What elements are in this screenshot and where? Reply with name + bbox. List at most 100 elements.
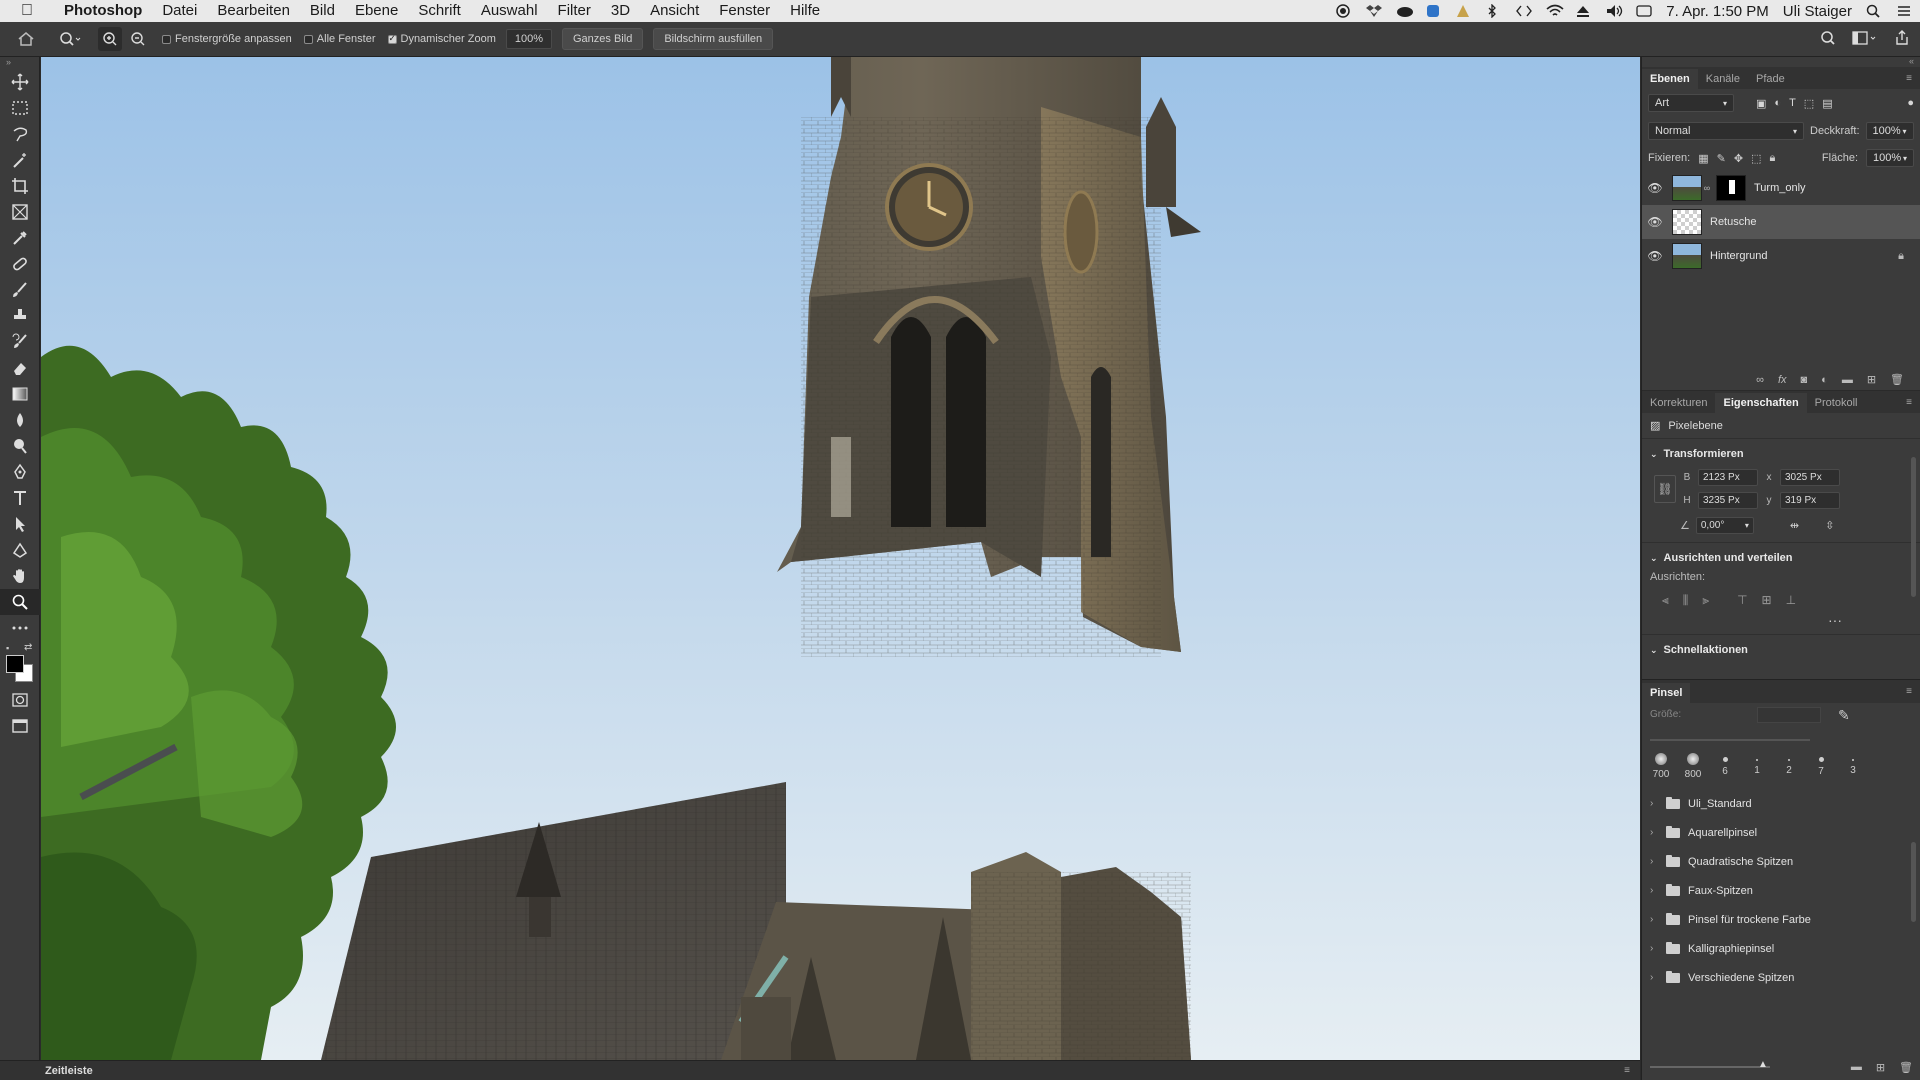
layer-row[interactable]: 👁︎ ∞ Turm_only — [1642, 171, 1920, 205]
brush-preset[interactable]: 1 — [1746, 753, 1768, 785]
spotlight-search-icon[interactable] — [1866, 4, 1882, 18]
layer-name[interactable]: Retusche — [1710, 216, 1756, 228]
tab-ebenen[interactable]: Ebenen — [1642, 69, 1698, 89]
marquee-tool-icon[interactable] — [0, 95, 40, 121]
mask-link-icon[interactable]: ∞ — [1702, 183, 1712, 193]
menu-fenster[interactable]: Fenster — [709, 0, 780, 22]
quick-mask-icon[interactable] — [0, 687, 40, 713]
menu-ebene[interactable]: Ebene — [345, 0, 408, 22]
brush-preview-size-slider[interactable]: ▲ — [1650, 1059, 1770, 1070]
wifi-icon[interactable] — [1546, 4, 1564, 18]
default-colors-icon[interactable]: ▪ — [6, 643, 9, 653]
brush-panel-menu-icon[interactable]: ≡ — [1906, 686, 1912, 697]
gradient-tool-icon[interactable] — [0, 381, 40, 407]
angle-field[interactable]: 0,00° ▾ — [1695, 517, 1754, 534]
menu-bearbeiten[interactable]: Bearbeiten — [207, 0, 300, 22]
keyboard-icon[interactable] — [1636, 4, 1652, 18]
panel-collapse-icon[interactable]: « — [1642, 57, 1920, 67]
creative-cloud-icon[interactable] — [1396, 4, 1414, 18]
path-selection-icon[interactable] — [0, 511, 40, 537]
layers-panel-menu-icon[interactable]: ≡ — [1906, 73, 1912, 84]
transform-section-title[interactable]: ⌄ Transformieren — [1650, 445, 1912, 463]
timeline-menu-icon[interactable]: ≡ — [1624, 1065, 1630, 1076]
resize-windows-box[interactable] — [162, 34, 171, 44]
menu-datei[interactable]: Datei — [152, 0, 207, 22]
more-options-icon[interactable]: ··· — [1650, 612, 1912, 628]
eyedropper-icon[interactable] — [0, 225, 40, 251]
lock-all-icon[interactable]: 🔒︎ — [1769, 152, 1775, 165]
dropbox-icon[interactable] — [1366, 4, 1383, 18]
warning-icon[interactable] — [1456, 4, 1472, 18]
hand-tool-icon[interactable] — [0, 563, 40, 589]
fill-screen-button[interactable]: Bildschirm ausfüllen — [653, 28, 774, 50]
brush-preset[interactable]: 3 — [1842, 753, 1864, 785]
crop-tool-icon[interactable] — [0, 173, 40, 199]
chevron-right-icon[interactable]: › — [1650, 943, 1658, 954]
filter-type-icon[interactable]: T — [1789, 97, 1796, 109]
menu-auswahl[interactable]: Auswahl — [471, 0, 548, 22]
chevron-right-icon[interactable]: › — [1650, 885, 1658, 896]
tab-protokoll[interactable]: Protokoll — [1807, 393, 1866, 413]
align-center-v-icon[interactable]: ⊞ — [1762, 593, 1772, 608]
chevron-right-icon[interactable]: › — [1650, 827, 1658, 838]
layer-thumbnail[interactable] — [1672, 243, 1702, 269]
history-brush-icon[interactable] — [0, 329, 40, 355]
magic-wand-icon[interactable] — [0, 147, 40, 173]
timeline-label[interactable]: Zeitleiste — [45, 1065, 93, 1077]
menu-hilfe[interactable]: Hilfe — [780, 0, 830, 22]
brush-folder[interactable]: › Quadratische Spitzen — [1642, 847, 1920, 876]
properties-panel-menu-icon[interactable]: ≡ — [1906, 397, 1912, 408]
brush-size-slider[interactable] — [1650, 739, 1810, 741]
workspace-icon[interactable] — [1852, 30, 1878, 49]
tab-korrekturen[interactable]: Korrekturen — [1642, 393, 1715, 413]
healing-brush-icon[interactable] — [0, 251, 40, 277]
zoom-out-icon[interactable] — [126, 27, 150, 51]
width-field[interactable]: 2123 Px — [1698, 469, 1758, 486]
tab-kanaele[interactable]: Kanäle — [1698, 69, 1748, 89]
menu-ansicht[interactable]: Ansicht — [640, 0, 709, 22]
brush-preset[interactable]: 6 — [1714, 753, 1736, 785]
layers-empty-area[interactable] — [1642, 273, 1920, 369]
brush-folder[interactable]: › Pinsel für trockene Farbe — [1642, 905, 1920, 934]
link-dimensions-icon[interactable]: ⛓︎ — [1654, 475, 1676, 503]
align-bottom-icon[interactable]: ⊥ — [1786, 593, 1796, 608]
swap-colors-icon[interactable]: ⇄ — [24, 642, 32, 653]
menu-schrift[interactable]: Schrift — [408, 0, 471, 22]
layer-name[interactable]: Hintergrund — [1710, 250, 1767, 262]
menu-bild[interactable]: Bild — [300, 0, 345, 22]
visibility-eye-icon[interactable]: 👁︎ — [1642, 181, 1668, 195]
new-layer-icon[interactable]: ⊞ — [1867, 373, 1876, 386]
eraser-tool-icon[interactable] — [0, 355, 40, 381]
layer-thumbnail[interactable] — [1672, 175, 1702, 201]
brush-preset[interactable]: 800 — [1682, 753, 1704, 785]
layer-name[interactable]: Turm_only — [1754, 182, 1806, 194]
fx-icon[interactable]: fx — [1778, 374, 1787, 386]
delete-brush-icon[interactable]: 🗑︎ — [1899, 1061, 1913, 1074]
type-tool-icon[interactable] — [0, 485, 40, 511]
zoom-value-field[interactable]: 100% — [505, 29, 552, 49]
align-top-icon[interactable]: ⊤ — [1737, 593, 1747, 608]
lock-pixels-icon[interactable]: ✎ — [1717, 152, 1726, 165]
blend-mode-select[interactable]: Normal ▾ — [1648, 122, 1804, 140]
apple-menu-icon[interactable]:  — [0, 2, 54, 20]
filter-smart-object-icon[interactable]: ▤ — [1822, 97, 1832, 110]
brush-folder[interactable]: › Aquarellpinsel — [1642, 818, 1920, 847]
create-brush-icon[interactable]: ⊞ — [1876, 1061, 1885, 1074]
layer-lock-icon[interactable]: 🔒︎ — [1898, 250, 1904, 263]
align-left-icon[interactable]: ⫷ — [1662, 593, 1669, 608]
tab-pinsel[interactable]: Pinsel — [1642, 683, 1691, 703]
fit-screen-button[interactable]: Ganzes Bild — [562, 28, 644, 50]
layer-filter-select[interactable]: Art ▾ — [1648, 94, 1734, 112]
clock-text[interactable]: 7. Apr. 1:50 PM — [1666, 3, 1769, 20]
align-section-title[interactable]: ⌄ Ausrichten und verteilen — [1650, 549, 1912, 567]
code-brackets-icon[interactable] — [1516, 4, 1533, 18]
dodge-tool-icon[interactable] — [0, 433, 40, 459]
frame-tool-icon[interactable] — [0, 199, 40, 225]
x-field[interactable]: 3025 Px — [1780, 469, 1840, 486]
shape-tool-icon[interactable] — [0, 537, 40, 563]
height-field[interactable]: 3235 Px — [1698, 492, 1758, 509]
all-windows-checkbox[interactable]: Alle Fenster — [303, 33, 376, 45]
layer-row[interactable]: 👁︎ Hintergrund 🔒︎ — [1642, 239, 1920, 273]
chevron-right-icon[interactable]: › — [1650, 798, 1658, 809]
lasso-tool-icon[interactable] — [0, 121, 40, 147]
